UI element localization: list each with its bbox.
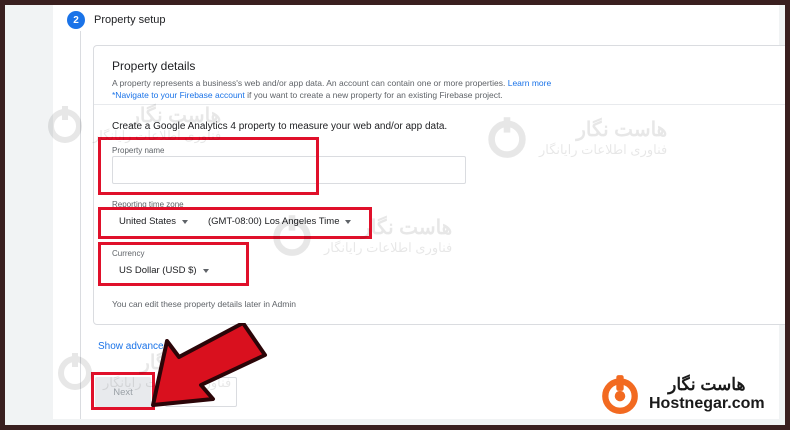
watermark-title: هاست نگار xyxy=(361,216,453,239)
highlight-currency xyxy=(98,242,249,286)
watermark-logo-icon xyxy=(488,117,526,158)
logo-domain-text: Hostnegar.com xyxy=(649,395,765,412)
page-frame: 2 Property setup Property details A prop… xyxy=(5,5,785,425)
step-title: Property setup xyxy=(94,14,166,26)
card-title: Property details xyxy=(112,59,196,73)
watermark-logo-icon xyxy=(273,215,311,256)
watermark-left: هاست نگار فناوری اطلاعات رایانگار xyxy=(45,103,221,144)
edit-later-note: You can edit these property details late… xyxy=(112,299,296,309)
watermark-subtitle: فناوری اطلاعات رایانگار xyxy=(93,128,222,143)
learn-more-link[interactable]: Learn more xyxy=(508,78,551,88)
step-number-badge: 2 xyxy=(67,11,85,29)
firebase-link[interactable]: *Navigate to your Firebase account xyxy=(112,90,245,100)
hostnegar-logo-icon xyxy=(602,375,638,414)
desc-line1: A property represents a business's web a… xyxy=(112,78,506,88)
bottom-strip xyxy=(53,419,779,425)
watermark-center: هاست نگار فناوری اطلاعات رایانگار xyxy=(270,213,452,257)
red-arrow-annotation xyxy=(151,323,267,407)
hostnegar-logo: هاست نگار Hostnegar.com xyxy=(599,373,765,415)
highlight-property-name xyxy=(98,137,319,195)
watermark-title: هاست نگار xyxy=(130,105,222,127)
watermark-logo-icon xyxy=(48,105,82,143)
watermark-logo-icon xyxy=(58,352,92,390)
logo-persian-text: هاست نگار xyxy=(668,375,746,394)
watermark-right: هاست نگار فناوری اطلاعات رایانگار xyxy=(485,115,667,159)
watermark-subtitle: فناوری اطلاعات رایانگار xyxy=(539,141,668,157)
card-description: A property represents a business's web a… xyxy=(112,77,551,101)
left-gutter xyxy=(5,5,53,425)
watermark-subtitle: فناوری اطلاعات رایانگار xyxy=(324,239,453,255)
desc-line2: if you want to create a new property for… xyxy=(247,90,503,100)
watermark-title: هاست نگار xyxy=(576,118,668,141)
step-header: 2 Property setup xyxy=(67,9,166,31)
